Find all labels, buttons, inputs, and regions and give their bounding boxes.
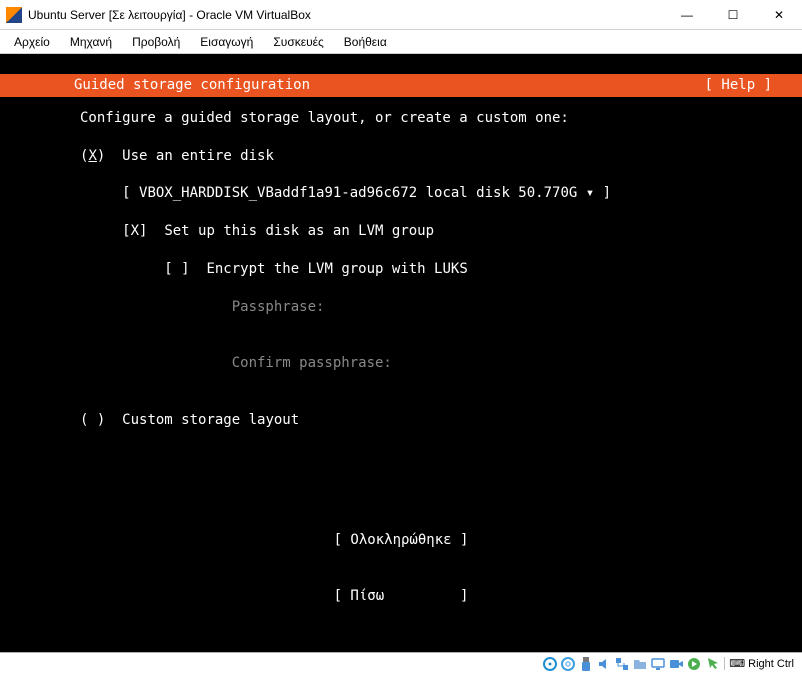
window-title: Ubuntu Server [Σε λειτουργία] - Oracle V… (28, 8, 664, 22)
status-bar: ⌨ Right Ctrl (0, 652, 802, 674)
app-icon (6, 7, 22, 23)
help-button[interactable]: [ Help ] (705, 76, 792, 95)
usb-icon[interactable] (578, 656, 594, 672)
passphrase-label: Passphrase: (0, 298, 802, 317)
menu-machine[interactable]: Μηχανή (62, 33, 120, 51)
confirm-passphrase-label: Confirm passphrase: (0, 354, 802, 373)
mouse-integration-icon[interactable] (704, 656, 720, 672)
menu-help[interactable]: Βοήθεια (336, 33, 395, 51)
recording-icon[interactable] (668, 656, 684, 672)
audio-icon[interactable] (596, 656, 612, 672)
radio-entire-disk-label: Use an entire disk (122, 148, 274, 164)
close-button[interactable]: ✕ (756, 0, 802, 30)
shared-folders-icon[interactable] (632, 656, 648, 672)
display-icon[interactable] (650, 656, 666, 672)
radio-entire-disk[interactable]: (X) Use an entire disk (0, 147, 802, 166)
menu-bar: Αρχείο Μηχανή Προβολή Εισαγωγή Συσκευές … (0, 30, 802, 54)
radio-custom-layout-label: Custom storage layout (122, 412, 299, 428)
maximize-button[interactable]: ☐ (710, 0, 756, 30)
menu-file[interactable]: Αρχείο (6, 33, 58, 51)
checkbox-luks[interactable]: [ ] Encrypt the LVM group with LUKS (0, 260, 802, 279)
done-button[interactable]: [ Ολοκληρώθηκε ] (0, 531, 802, 550)
window-titlebar: Ubuntu Server [Σε λειτουργία] - Oracle V… (0, 0, 802, 30)
back-button[interactable]: [ Πίσω ] (0, 587, 802, 606)
checkbox-lvm-label: Set up this disk as an LVM group (164, 223, 434, 239)
radio-custom-layout[interactable]: ( ) Custom storage layout (0, 411, 802, 430)
vm-state-icon[interactable] (686, 656, 702, 672)
optical-drive-icon[interactable] (560, 656, 576, 672)
menu-devices[interactable]: Συσκευές (265, 33, 331, 51)
checkbox-lvm[interactable]: [X] Set up this disk as an LVM group (0, 222, 802, 241)
menu-input[interactable]: Εισαγωγή (192, 33, 261, 51)
disk-selector[interactable]: [ VBOX_HARDDISK_VBaddf1a91-ad96c672 loca… (0, 184, 802, 203)
hard-disk-icon[interactable] (542, 656, 558, 672)
installer-screen: Guided storage configuration [ Help ] Co… (0, 54, 802, 652)
minimize-button[interactable]: — (664, 0, 710, 30)
installer-title: Guided storage configuration (10, 76, 705, 95)
checkbox-luks-label: Encrypt the LVM group with LUKS (206, 261, 467, 277)
menu-view[interactable]: Προβολή (124, 33, 188, 51)
intro-text: Configure a guided storage layout, or cr… (0, 109, 802, 128)
network-icon[interactable] (614, 656, 630, 672)
hostkey-indicator[interactable]: ⌨ Right Ctrl (724, 657, 798, 670)
installer-header: Guided storage configuration [ Help ] (0, 74, 802, 97)
